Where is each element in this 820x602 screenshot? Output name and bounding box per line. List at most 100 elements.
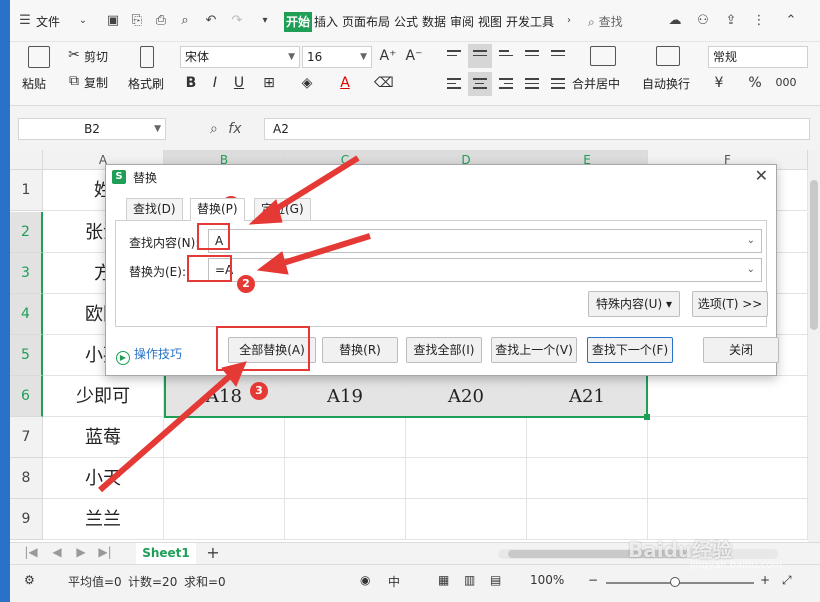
cell-c9[interactable] (285, 499, 406, 540)
redo-icon[interactable]: ↷ (228, 12, 246, 30)
zoom-slider[interactable] (606, 577, 754, 587)
first-sheet-icon[interactable]: |◀ (24, 545, 38, 559)
cell-f7[interactable] (648, 417, 808, 458)
zoom-formula-icon[interactable]: ⌕ (210, 121, 218, 137)
underline-button[interactable]: U (230, 74, 248, 92)
collapse-ribbon-icon[interactable]: ⌃ (782, 12, 800, 30)
print-icon[interactable]: ⎙ (152, 12, 170, 30)
copy-icon[interactable]: ⧉ (66, 72, 82, 90)
replace-button[interactable]: 替换(R) (322, 337, 398, 363)
next-sheet-icon[interactable]: ▶ (74, 545, 88, 559)
find-all-button[interactable]: 查找全部(I) (406, 337, 482, 363)
merge-center-button[interactable]: 合并居中 (572, 75, 620, 92)
fx-label[interactable]: fx (228, 121, 241, 137)
row-header-4[interactable]: 4 (10, 294, 43, 335)
cell-a8[interactable]: 小天 (43, 458, 164, 499)
distributed-button[interactable] (546, 72, 570, 96)
sheet-tab-sheet1[interactable]: Sheet1 (136, 543, 196, 564)
cell-f8[interactable] (648, 458, 808, 499)
tab-developer[interactable]: 开发工具 (506, 12, 554, 32)
format-painter-icon[interactable] (140, 46, 154, 68)
share-icon[interactable]: ⇪ (722, 12, 740, 30)
select-all-corner[interactable] (10, 150, 43, 170)
cell-d9[interactable] (406, 499, 527, 540)
special-content-button[interactable]: 特殊内容(U) ▾ (588, 291, 680, 317)
options-button[interactable]: 选项(T) >> (692, 291, 768, 317)
tab-review[interactable]: 审阅 (450, 12, 474, 32)
paste-button[interactable]: 粘贴 (22, 75, 46, 92)
fullscreen-icon[interactable]: ⤢ (782, 573, 792, 588)
scroll-thumb[interactable] (810, 180, 818, 330)
find-previous-button[interactable]: 查找上一个(V) (491, 337, 577, 363)
fill-handle[interactable] (644, 414, 650, 420)
align-left-button[interactable] (442, 72, 466, 96)
row-header-9[interactable]: 9 (10, 499, 43, 540)
undo-icon[interactable]: ↶ (202, 12, 220, 30)
find-input[interactable]: A ⌄ (208, 229, 762, 253)
align-middle-button[interactable] (468, 44, 492, 68)
prev-sheet-icon[interactable]: ◀ (50, 545, 64, 559)
align-center-button[interactable] (468, 72, 492, 96)
cell-b8[interactable] (164, 458, 285, 499)
input-method-icon[interactable]: 中 (388, 573, 400, 590)
share-people-icon[interactable]: ⚇ (694, 12, 712, 30)
tab-goto[interactable]: 定位(G) (254, 198, 311, 220)
print-preview-icon[interactable]: ⌕ (176, 12, 194, 30)
tab-insert[interactable]: 插入 (314, 12, 338, 32)
zoom-in-button[interactable]: + (760, 573, 770, 587)
tab-home[interactable]: 开始 (284, 12, 313, 32)
fill-color-icon[interactable]: ◈ (298, 74, 316, 92)
add-sheet-button[interactable]: + (206, 543, 220, 562)
more-tabs-icon[interactable]: › (560, 12, 578, 30)
format-painter-button[interactable]: 格式刷 (128, 75, 164, 92)
cell-c7[interactable] (285, 417, 406, 458)
tab-data[interactable]: 数据 (422, 12, 446, 32)
bold-button[interactable]: B (182, 74, 200, 92)
row-header-2[interactable]: 2 (10, 212, 43, 253)
chevron-down-icon[interactable]: ⌄ (747, 230, 755, 252)
row-header-5[interactable]: 5 (10, 335, 43, 376)
tab-view[interactable]: 视图 (478, 12, 502, 32)
quick-access-dropdown-icon[interactable]: ▾ (256, 12, 274, 30)
font-name-select[interactable]: 宋体 ▼ (180, 46, 300, 68)
cell-f6[interactable] (648, 376, 808, 417)
row-header-6[interactable]: 6 (10, 376, 43, 417)
menu-icon[interactable]: ☰ (16, 12, 34, 30)
more-icon[interactable]: ⋮ (750, 12, 768, 30)
align-top-button[interactable] (442, 44, 466, 68)
cell-d8[interactable] (406, 458, 527, 499)
border-icon[interactable]: ⊞ (260, 74, 278, 92)
search-box[interactable]: ⌕ 查找 (588, 12, 660, 32)
file-dropdown-icon[interactable]: ⌄ (74, 12, 92, 30)
row-header-8[interactable]: 8 (10, 458, 43, 499)
zoom-level[interactable]: 100% (530, 573, 564, 587)
paste-icon[interactable] (28, 46, 50, 68)
last-sheet-icon[interactable]: ▶| (98, 545, 112, 559)
normal-view-icon[interactable]: ▦ (438, 573, 449, 587)
name-box[interactable]: B2 ▼ (18, 118, 166, 140)
eye-protect-icon[interactable]: ◉ (360, 573, 370, 587)
dialog-titlebar[interactable]: S 替换 ✕ (106, 165, 776, 189)
cell-c8[interactable] (285, 458, 406, 499)
file-menu[interactable]: 文件 (36, 12, 60, 32)
cell-a6[interactable]: 少即可 (43, 376, 164, 417)
cell-e7[interactable] (527, 417, 648, 458)
save-icon[interactable]: ▣ (104, 12, 122, 30)
font-color-button[interactable]: A (336, 74, 354, 92)
cell-b7[interactable] (164, 417, 285, 458)
row-header-7[interactable]: 7 (10, 417, 43, 458)
indent-button[interactable] (546, 44, 570, 68)
export-pdf-icon[interactable]: ⎘ (128, 12, 146, 30)
cell-a9[interactable]: 兰兰 (43, 499, 164, 540)
zoom-out-button[interactable]: − (588, 573, 598, 587)
close-icon[interactable]: ✕ (755, 166, 768, 185)
align-bottom-button[interactable] (494, 44, 518, 68)
tab-page-layout[interactable]: 页面布局 (342, 12, 390, 32)
wrap-text-icon[interactable] (656, 46, 680, 66)
font-size-select[interactable]: 16 ▼ (302, 46, 372, 68)
copy-button[interactable]: 复制 (84, 74, 108, 91)
page-layout-view-icon[interactable]: ▥ (464, 573, 475, 587)
close-button[interactable]: 关闭 (703, 337, 779, 363)
macro-icon[interactable]: ⚙ (24, 573, 35, 587)
zoom-slider-knob[interactable] (670, 577, 680, 587)
